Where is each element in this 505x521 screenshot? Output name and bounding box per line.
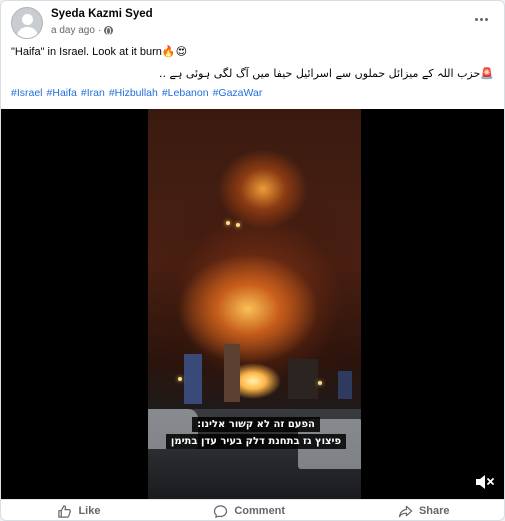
like-button[interactable]: Like	[37, 500, 120, 521]
caption-line: פיצוץ גז בתחנת דלק בעיר עדן בתימן	[165, 434, 347, 449]
dot-icon	[484, 17, 488, 21]
comment-icon	[214, 504, 228, 518]
hashtag-link[interactable]: #Lebanon	[162, 87, 209, 99]
hashtag-link[interactable]: #Haifa	[47, 87, 77, 99]
hashtag-link[interactable]: #Iran	[81, 87, 105, 99]
more-options-button[interactable]	[470, 11, 492, 27]
share-button[interactable]: Share	[378, 500, 470, 521]
author-name[interactable]: Syeda Kazmi Syed	[51, 8, 153, 20]
hashtag-link[interactable]: #Hizbullah	[109, 87, 158, 99]
post-header: Syeda Kazmi Syed a day ago ·	[11, 7, 494, 41]
light-dot	[178, 377, 182, 381]
post-text-urdu: 🚨حزب اللہ کے میزائل حملوں سے اسرائیل حیف…	[159, 67, 494, 80]
hashtag-list: #Israel #Haifa #Iran #Hizbullah #Lebanon…	[11, 87, 262, 99]
light-dot	[318, 381, 322, 385]
mute-button[interactable]	[474, 473, 496, 491]
building-shape	[184, 354, 202, 404]
caption-line: הפעם זה לא קשור אלינו:	[192, 417, 320, 432]
dot-icon	[479, 17, 483, 21]
globe-icon	[104, 26, 114, 35]
dot-icon	[474, 17, 478, 21]
building-shape	[288, 359, 318, 399]
emoji-fire-heart-eyes: 🔥😍	[161, 45, 188, 58]
share-label: Share	[418, 505, 450, 517]
hashtag-link[interactable]: #GazaWar	[213, 87, 263, 99]
post-meta: a day ago ·	[51, 25, 114, 36]
speaker-muted-icon	[476, 475, 494, 489]
video-player[interactable]: הפעם זה לא קשור אלינו: פיצוץ גז בתחנת דל…	[1, 109, 504, 499]
hashtag-link[interactable]: #Israel	[11, 87, 43, 99]
avatar-head-shape	[22, 14, 33, 25]
building-shape	[338, 371, 352, 399]
post-text-english: "Haifa" in Israel. Look at it burn	[11, 46, 162, 58]
video-frame: הפעם זה לא קשור אלינו: פיצוץ גז בתחנת דל…	[148, 109, 361, 499]
post-card: Syeda Kazmi Syed a day ago · "Haifa" in …	[0, 0, 505, 521]
thumbs-up-icon	[58, 504, 72, 518]
post-actions: Like Comment Share	[1, 499, 504, 521]
video-caption: הפעם זה לא קשור אלינו: פיצוץ גז בתחנת דל…	[165, 417, 347, 449]
comment-button[interactable]: Comment	[193, 500, 305, 521]
avatar[interactable]	[11, 7, 43, 39]
timestamp[interactable]: a day ago	[51, 25, 95, 36]
building-shape	[224, 344, 240, 402]
light-dot	[226, 221, 230, 225]
comment-label: Comment	[234, 505, 286, 517]
like-label: Like	[78, 505, 101, 517]
post-text-line1: "Haifa" in Israel. Look at it burn🔥😍	[11, 45, 187, 58]
light-dot	[236, 223, 240, 227]
share-icon	[398, 505, 413, 517]
avatar-body-shape	[17, 27, 38, 38]
meta-separator: ·	[97, 25, 102, 36]
